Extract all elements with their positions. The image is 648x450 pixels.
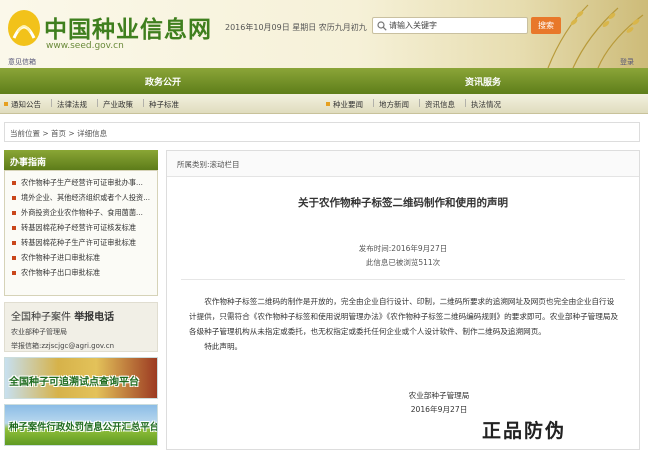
site-title[interactable]: 中国种业信息网 — [44, 10, 212, 44]
subnav-standards[interactable]: 种子标准 — [149, 99, 179, 110]
guide-panel-title: 办事指南 — [4, 150, 158, 170]
traceability-platform-banner[interactable]: 全国种子可追溯试点查询平台 — [4, 357, 158, 399]
guide-item[interactable]: 转基因棉花种子经营许可证核发标准 — [5, 220, 157, 235]
main-nav: 政务公开 资讯服务 — [0, 68, 648, 94]
subnav-policies[interactable]: 产业政策 — [103, 99, 133, 110]
divider: | — [96, 98, 99, 107]
divider: | — [372, 98, 375, 107]
penalty-info-banner[interactable]: 种子案件行政处罚信息公开汇总平台 — [4, 404, 158, 446]
guide-list: 农作物种子生产经营许可证审批办事... 境外企业、其他经济组织或者个人投资...… — [4, 170, 158, 296]
publish-time: 发布时间:2016年9月27日 — [358, 244, 448, 253]
guide-item[interactable]: 农作物种子进口审批标准 — [5, 250, 157, 265]
signer: 农业部种子管理局 — [408, 391, 470, 400]
divider: | — [142, 98, 145, 107]
subnav-laws[interactable]: 法律法规 — [57, 99, 87, 110]
date-display: 2016年10月09日 星期日 农历九月初九 — [225, 23, 367, 32]
report-title-text: 全国种子案件 — [11, 312, 71, 323]
nav-government-affairs[interactable]: 政务公开 — [145, 75, 181, 88]
guide-item[interactable]: 农作物种子生产经营许可证审批办事... — [5, 175, 157, 190]
breadcrumb: 当前位置 > 首页 > 详细信息 — [4, 122, 640, 142]
site-url: www.seed.gov.cn — [46, 41, 124, 51]
search-box[interactable] — [372, 17, 528, 34]
report-title: 全国种子案件 举报电话 — [11, 308, 151, 323]
subnav-enforcement[interactable]: 执法情况 — [471, 99, 501, 110]
wheat-decoration-icon — [547, 4, 644, 68]
feedback-link[interactable]: 意见信箱 — [8, 57, 36, 67]
watermark-caption: 正品防伪 — [482, 420, 567, 442]
article-body: 农作物种子标签二维码的制作是开放的，完全由企业自行设计、印制，二维码所要求的追溯… — [189, 294, 619, 354]
report-hotline-box: 全国种子案件 举报电话 农业部种子管理局 举报信箱:zzjscjgc@agri.… — [4, 302, 158, 352]
article-panel: 所属类别:滚动栏目 关于农作物种子标签二维码制作和使用的声明 发布时间:2016… — [166, 150, 640, 450]
sub-nav: 通知公告 | 法律法规 | 产业政策 | 种子标准 种业要闻 | 地方新闻 | … — [0, 94, 648, 114]
report-title-bold: 举报电话 — [74, 312, 115, 323]
site-header: 中国种业信息网 www.seed.gov.cn 2016年10月09日 星期日 … — [0, 0, 648, 68]
article-signature: 农业部种子管理局 2016年9月27日 — [379, 389, 499, 417]
bullet-icon — [4, 102, 8, 106]
article-closing: 特此声明。 — [204, 342, 243, 351]
banner-text: 全国种子可追溯试点查询平台 — [9, 377, 139, 388]
bullet-icon — [326, 102, 330, 106]
divider: | — [50, 98, 53, 107]
sidebar: 办事指南 农作物种子生产经营许可证审批办事... 境外企业、其他经济组织或者个人… — [4, 150, 158, 446]
banner-text: 种子案件行政处罚信息公开汇总平台 — [9, 422, 158, 433]
guide-item[interactable]: 外商投资企业农作物种子、食用菌菌... — [5, 205, 157, 220]
search-input[interactable] — [389, 19, 525, 32]
guide-item[interactable]: 农作物种子出口审批标准 — [5, 265, 157, 280]
guide-item[interactable]: 境外企业、其他经济组织或者个人投资... — [5, 190, 157, 205]
article-title: 关于农作物种子标签二维码制作和使用的声明 — [298, 197, 508, 209]
wheat-logo-icon — [8, 10, 40, 46]
nav-info-services[interactable]: 资讯服务 — [465, 75, 501, 88]
divider: | — [418, 98, 421, 107]
article-paragraph: 农作物种子标签二维码的制作是开放的，完全由企业自行设计、印制，二维码所要求的追溯… — [189, 297, 619, 336]
guide-item[interactable]: 转基因棉花种子生产许可证审批标准 — [5, 235, 157, 250]
view-count: 此信息已被浏览511次 — [365, 258, 441, 267]
subnav-notices[interactable]: 通知公告 — [11, 99, 41, 110]
report-email[interactable]: 举报信箱:zzjscjgc@agri.gov.cn — [11, 341, 151, 351]
subnav-info[interactable]: 资讯信息 — [425, 99, 455, 110]
divider: | — [464, 98, 467, 107]
article-category: 所属类别:滚动栏目 — [167, 151, 639, 177]
report-agency: 农业部种子管理局 — [11, 328, 67, 336]
sign-date: 2016年9月27日 — [410, 405, 468, 414]
subnav-local-news[interactable]: 地方新闻 — [379, 99, 409, 110]
subnav-industry-news[interactable]: 种业要闻 — [333, 99, 363, 110]
divider — [181, 279, 625, 280]
search-icon — [377, 21, 387, 31]
